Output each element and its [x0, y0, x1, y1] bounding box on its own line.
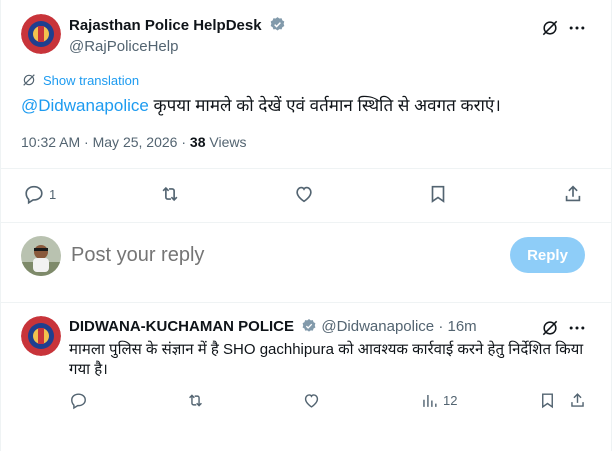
translate-icon: [23, 74, 35, 86]
repost-button[interactable]: [159, 183, 181, 205]
verified-badge-icon: [269, 16, 286, 37]
tweet-thread: Rajasthan Police HelpDesk @RajPoliceHelp…: [0, 0, 612, 451]
reply-author-handle[interactable]: @Didwanapolice: [321, 318, 434, 335]
reply-count: 1: [49, 186, 57, 202]
rajasthan-police-avatar[interactable]: [21, 14, 61, 54]
bookmark-button[interactable]: [538, 391, 557, 410]
author-name-text[interactable]: Rajasthan Police HelpDesk: [69, 17, 262, 34]
repost-icon: [162, 186, 178, 202]
tweet-meta: 10:32 AM · May 25, 2026 · 38 Views: [21, 134, 247, 150]
reply-time-ago[interactable]: 16m: [447, 318, 476, 335]
user-avatar[interactable]: [21, 236, 61, 276]
more-options-icon[interactable]: [565, 316, 589, 340]
repost-icon: [189, 394, 202, 407]
tweet-body: कृपया मामले को देखें एवं वर्तमान स्थिति …: [148, 96, 501, 115]
share-icon: [571, 393, 584, 407]
mention-link[interactable]: @Didwanapolice: [21, 96, 149, 115]
views-button[interactable]: 12: [420, 391, 457, 410]
reply-author[interactable]: DIDWANA-KUCHAMAN POLICE @Didwanapolice ·…: [69, 318, 477, 338]
tweet-time[interactable]: 10:32 AM: [21, 134, 80, 150]
reply-input[interactable]: [71, 244, 491, 267]
author-name[interactable]: Rajasthan Police HelpDesk: [69, 16, 286, 37]
bookmark-icon: [431, 185, 445, 203]
reply-action-button[interactable]: 1: [23, 183, 56, 205]
analytics-icon: [423, 394, 437, 407]
reply-action-button[interactable]: [69, 391, 88, 410]
heart-icon: [296, 186, 312, 203]
repost-button[interactable]: [186, 391, 205, 410]
reply-icon: [25, 185, 43, 205]
bookmark-button[interactable]: [427, 183, 449, 205]
tweet-date[interactable]: May 25, 2026: [93, 134, 178, 150]
grok-icon[interactable]: [538, 316, 562, 340]
divider: [1, 222, 612, 223]
more-options-icon[interactable]: [565, 16, 589, 40]
like-button[interactable]: [293, 183, 315, 205]
reply-text: मामला पुलिस के संज्ञान में है SHO gachhi…: [69, 341, 584, 378]
divider: [1, 302, 612, 303]
verified-badge-icon: [301, 318, 317, 338]
reply-author-name[interactable]: DIDWANA-KUCHAMAN POLICE: [69, 318, 294, 335]
reply-views-count: 12: [443, 393, 458, 408]
share-button[interactable]: [568, 391, 587, 410]
didwana-police-avatar[interactable]: [21, 316, 61, 356]
show-translation-label[interactable]: Show translation: [43, 73, 139, 88]
reply-button[interactable]: Reply: [510, 237, 585, 273]
bookmark-icon: [542, 393, 553, 409]
reply-icon: [71, 393, 86, 410]
share-button[interactable]: [562, 183, 584, 205]
show-translation-link[interactable]: Show translation: [21, 72, 139, 88]
share-icon: [565, 185, 581, 202]
grok-icon[interactable]: [538, 16, 562, 40]
divider: [1, 168, 612, 169]
tweet-text: @Didwanapolice कृपया मामले को देखें एवं …: [21, 94, 596, 118]
like-button[interactable]: [302, 391, 321, 410]
views-label: Views: [209, 134, 247, 150]
author-handle[interactable]: @RajPoliceHelp: [69, 38, 178, 55]
heart-icon: [304, 394, 319, 408]
views-count: 38: [189, 134, 206, 150]
